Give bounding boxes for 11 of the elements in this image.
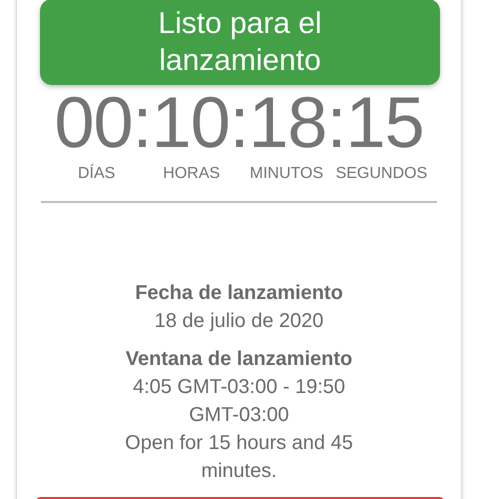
launch-window-label: Ventana de lanzamiento (124, 347, 354, 372)
status-banner: Listo para el lanzamiento (40, 0, 440, 85)
countdown-timer: 00:10:18:15 (53, 87, 425, 159)
countdown-unit-label: DÍAS (76, 163, 116, 184)
launch-window-duration: Open for 15 hours and 45 minutes. (124, 431, 354, 484)
countdown-unit-label: MINUTOS (248, 164, 324, 184)
countdown-unit-label: SEGUNDOS (334, 164, 428, 184)
countdown-unit-label: HORAS (162, 164, 221, 184)
launch-date-value: 18 de julio de 2020 (153, 309, 325, 334)
launch-window-value: 4:05 GMT-03:00 - 19:50 GMT-03:00 (132, 375, 346, 428)
launch-date-label: Fecha de lanzamiento (134, 281, 344, 306)
